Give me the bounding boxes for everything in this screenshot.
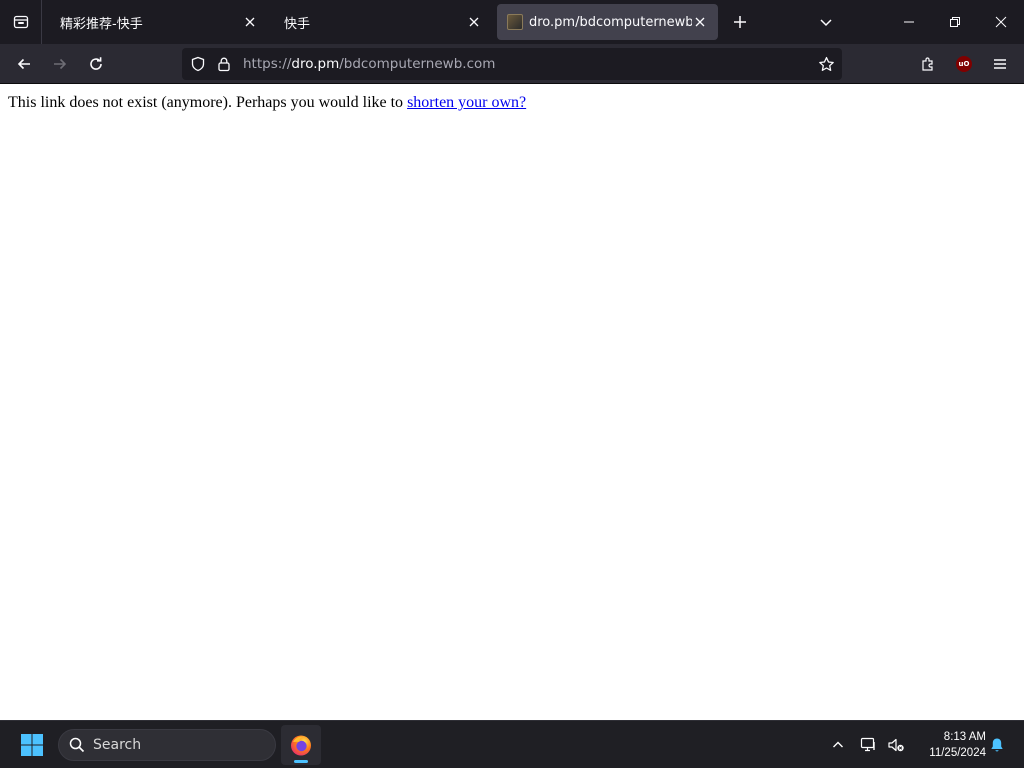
close-window-button[interactable]: [978, 0, 1024, 44]
speaker-muted-icon: [888, 738, 904, 752]
tracking-protection-shield-icon[interactable]: [188, 54, 208, 74]
bell-icon: [991, 738, 1003, 752]
not-found-message: This link does not exist (anymore). Perh…: [8, 94, 526, 112]
message-text: This link does not exist (anymore). Perh…: [8, 94, 408, 111]
close-icon[interactable]: [466, 14, 482, 30]
bookmark-star-icon[interactable]: [816, 54, 836, 74]
ublock-origin-icon: uO: [956, 56, 972, 72]
clock-date: 11/25/2024: [929, 747, 986, 759]
app-menu-button[interactable]: [984, 48, 1016, 80]
plus-icon: [734, 16, 746, 28]
url-scheme: https://: [243, 56, 292, 72]
new-tab-button[interactable]: [726, 8, 754, 36]
tab-label: dro.pm/bdcomputernewb.com: [529, 14, 692, 30]
minimize-button[interactable]: [886, 0, 932, 44]
chevron-down-icon: [820, 19, 832, 27]
tab-1[interactable]: 精彩推荐-快手: [46, 4, 268, 40]
search-icon: [69, 737, 85, 753]
ublock-origin-button[interactable]: uO: [948, 48, 980, 80]
windows-logo-icon: [21, 734, 43, 756]
navigation-toolbar: https://dro.pm/bdcomputernewb.com uO: [0, 44, 1024, 84]
restore-icon: [950, 17, 960, 27]
shorten-link[interactable]: shorten your own?: [407, 94, 526, 111]
minimize-icon: [904, 21, 914, 23]
close-icon[interactable]: [692, 14, 708, 30]
page-content: This link does not exist (anymore). Perh…: [0, 84, 1024, 720]
taskbar-clock[interactable]: 8:13 AM 11/25/2024: [914, 729, 986, 761]
close-icon[interactable]: [242, 14, 258, 30]
reload-icon: [90, 57, 102, 70]
tab-2[interactable]: 快手: [270, 4, 492, 40]
url-text[interactable]: https://dro.pm/bdcomputernewb.com: [243, 48, 495, 80]
extensions-button[interactable]: [912, 48, 944, 80]
tab-label: 快手: [284, 16, 311, 32]
arrow-right-icon: [54, 58, 67, 70]
network-monitor-icon: [860, 737, 875, 752]
firefox-view-button[interactable]: [0, 0, 42, 44]
tab-active[interactable]: dro.pm/bdcomputernewb.com: [497, 4, 718, 40]
network-tray-button[interactable]: [857, 733, 881, 757]
firefox-view-icon: [13, 15, 28, 29]
url-path: /bdcomputernewb.com: [339, 56, 496, 72]
running-indicator: [294, 760, 308, 763]
list-all-tabs-button[interactable]: [812, 8, 840, 36]
lock-icon[interactable]: [214, 54, 234, 74]
windows-taskbar: Search 8:13 AM 11/25/2024: [0, 720, 1024, 768]
volume-tray-button[interactable]: [884, 733, 908, 757]
arrow-left-icon: [17, 58, 30, 70]
tab-strip: 精彩推荐-快手 快手 dro.pm/bdcomputernewb.com: [0, 0, 1024, 44]
restore-button[interactable]: [932, 0, 978, 44]
clock-time: 8:13 AM: [943, 731, 986, 743]
firefox-taskbar-button[interactable]: [281, 725, 321, 765]
puzzle-icon: [922, 57, 933, 71]
back-button[interactable]: [8, 48, 40, 80]
show-hidden-icons-button[interactable]: [826, 733, 850, 757]
reload-button[interactable]: [80, 48, 112, 80]
notifications-button[interactable]: [985, 733, 1009, 757]
address-bar[interactable]: https://dro.pm/bdcomputernewb.com: [182, 48, 842, 80]
forward-button[interactable]: [44, 48, 76, 80]
close-icon: [995, 16, 1007, 28]
url-host: dro.pm: [291, 56, 340, 72]
start-button[interactable]: [16, 729, 48, 761]
tab-label: 精彩推荐-快手: [60, 16, 143, 32]
site-favicon-icon: [507, 14, 523, 30]
chevron-up-icon: [833, 741, 843, 748]
search-label: Search: [93, 737, 142, 753]
hamburger-menu-icon: [994, 59, 1006, 69]
firefox-icon: [291, 735, 311, 756]
taskbar-search-box[interactable]: Search: [58, 729, 276, 761]
